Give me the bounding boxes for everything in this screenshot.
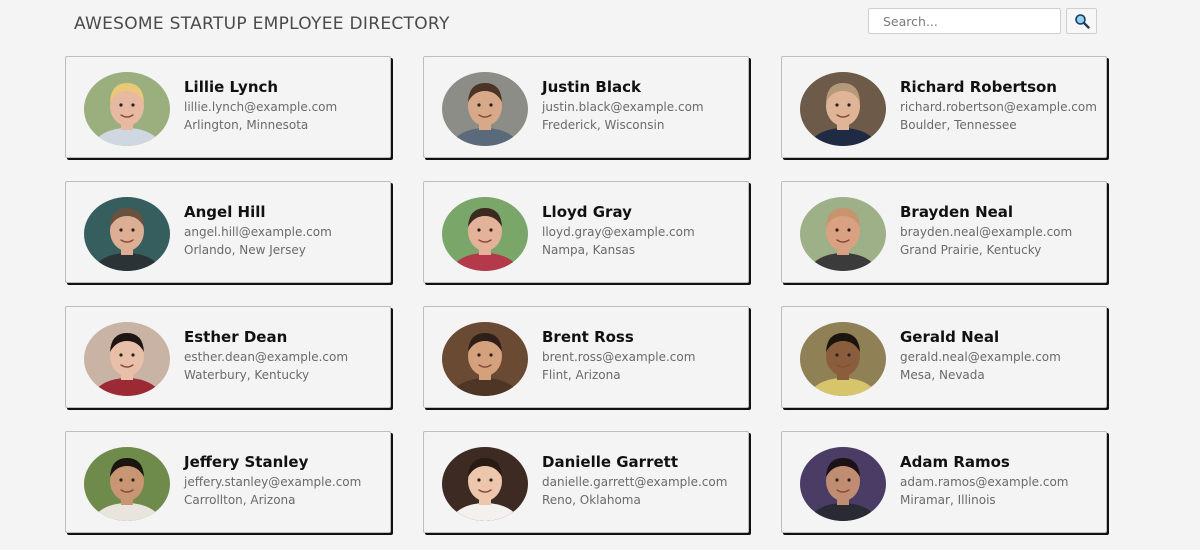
- search-input[interactable]: [868, 8, 1061, 34]
- employee-info: Brayden Neal brayden.neal@example.com Gran…: [900, 203, 1072, 259]
- search-button[interactable]: [1066, 8, 1097, 34]
- employee-card[interactable]: Angel Hill angel.hill@example.com Orlando,…: [65, 181, 391, 283]
- employee-info: Richard Robertson richard.robertson@examp…: [900, 78, 1097, 134]
- employee-location: Reno, Oklahoma: [542, 493, 641, 507]
- employee-name: Lloyd Gray: [542, 203, 632, 221]
- employee-avatar: [442, 322, 528, 396]
- employee-location: Miramar, Illinois: [900, 493, 996, 507]
- employee-name: Lillie Lynch: [184, 78, 279, 96]
- employee-name: Esther Dean: [184, 328, 288, 346]
- employee-card[interactable]: Lloyd Gray lloyd.gray@example.com Nampa, K…: [423, 181, 749, 283]
- employee-card[interactable]: Adam Ramos adam.ramos@example.com Miramar,…: [781, 431, 1107, 533]
- employee-avatar: [84, 197, 170, 271]
- employee-grid: Lillie Lynch lillie.lynch@example.com Arli…: [65, 56, 1107, 533]
- employee-email: justin.black@example.com: [542, 100, 704, 114]
- employee-info: Brent Ross brent.ross@example.com Flint, A…: [542, 328, 695, 384]
- employee-card[interactable]: Brent Ross brent.ross@example.com Flint, A…: [423, 306, 749, 408]
- employee-card[interactable]: Richard Robertson richard.robertson@examp…: [781, 56, 1107, 158]
- employee-avatar: [442, 447, 528, 521]
- employee-avatar: [800, 197, 886, 271]
- page-title: AWESOME STARTUP EMPLOYEE DIRECTORY: [74, 14, 450, 34]
- employee-card[interactable]: Lillie Lynch lillie.lynch@example.com Arli…: [65, 56, 391, 158]
- employee-card[interactable]: Esther Dean esther.dean@example.com Waterb…: [65, 306, 391, 408]
- employee-avatar: [442, 72, 528, 146]
- employee-card[interactable]: Gerald Neal gerald.neal@example.com Mesa, …: [781, 306, 1107, 408]
- magnifier-icon: [1074, 14, 1090, 29]
- header: AWESOME STARTUP EMPLOYEE DIRECTORY: [0, 0, 1200, 50]
- employee-info: Lloyd Gray lloyd.gray@example.com Nampa, K…: [542, 203, 695, 259]
- employee-location: Boulder, Tennessee: [900, 118, 1017, 132]
- employee-avatar: [84, 322, 170, 396]
- employee-info: Gerald Neal gerald.neal@example.com Mesa, …: [900, 328, 1061, 384]
- employee-email: jeffery.stanley@example.com: [184, 475, 362, 489]
- employee-info: Lillie Lynch lillie.lynch@example.com Arli…: [184, 78, 337, 134]
- employee-info: Danielle Garrett danielle.garrett@example…: [542, 453, 727, 509]
- employee-location: Flint, Arizona: [542, 368, 621, 382]
- employee-card[interactable]: Danielle Garrett danielle.garrett@example…: [423, 431, 749, 533]
- employee-location: Waterbury, Kentucky: [184, 368, 310, 382]
- employee-name: Adam Ramos: [900, 453, 1010, 471]
- employee-info: Jeffery Stanley jeffery.stanley@example.c…: [184, 453, 361, 509]
- employee-email: lloyd.gray@example.com: [542, 225, 695, 239]
- employee-card[interactable]: Jeffery Stanley jeffery.stanley@example.c…: [65, 431, 391, 533]
- employee-info: Adam Ramos adam.ramos@example.com Miramar,…: [900, 453, 1069, 509]
- employee-location: Grand Prairie, Kentucky: [900, 243, 1042, 257]
- employee-email: brayden.neal@example.com: [900, 225, 1073, 239]
- employee-name: Danielle Garrett: [542, 453, 678, 471]
- employee-email: lillie.lynch@example.com: [184, 100, 338, 114]
- employee-avatar: [84, 447, 170, 521]
- employee-name: Justin Black: [542, 78, 641, 96]
- employee-card[interactable]: Justin Black justin.black@example.com Fred…: [423, 56, 749, 158]
- employee-name: Angel Hill: [184, 203, 266, 221]
- employee-location: Arlington, Minnesota: [184, 118, 309, 132]
- employee-location: Nampa, Kansas: [542, 243, 636, 257]
- employee-location: Frederick, Wisconsin: [542, 118, 665, 132]
- employee-email: angel.hill@example.com: [184, 225, 332, 239]
- employee-name: Jeffery Stanley: [184, 453, 309, 471]
- employee-name: Richard Robertson: [900, 78, 1057, 96]
- employee-avatar: [442, 197, 528, 271]
- employee-email: richard.robertson@example.com: [900, 100, 1097, 114]
- employee-avatar: [800, 447, 886, 521]
- employee-avatar: [800, 322, 886, 396]
- employee-email: adam.ramos@example.com: [900, 475, 1069, 489]
- employee-info: Justin Black justin.black@example.com Fred…: [542, 78, 704, 134]
- employee-location: Orlando, New Jersey: [184, 243, 306, 257]
- employee-name: Brent Ross: [542, 328, 634, 346]
- employee-info: Angel Hill angel.hill@example.com Orlando,…: [184, 203, 332, 259]
- employee-avatar: [800, 72, 886, 146]
- employee-info: Esther Dean esther.dean@example.com Waterb…: [184, 328, 348, 384]
- employee-email: esther.dean@example.com: [184, 350, 349, 364]
- employee-name: Brayden Neal: [900, 203, 1014, 221]
- employee-location: Carrollton, Arizona: [184, 493, 296, 507]
- employee-email: gerald.neal@example.com: [900, 350, 1061, 364]
- employee-avatar: [84, 72, 170, 146]
- employee-card[interactable]: Brayden Neal brayden.neal@example.com Gran…: [781, 181, 1107, 283]
- employee-name: Gerald Neal: [900, 328, 1000, 346]
- employee-email: brent.ross@example.com: [542, 350, 696, 364]
- employee-email: danielle.garrett@example.com: [542, 475, 728, 489]
- employee-location: Mesa, Nevada: [900, 368, 985, 382]
